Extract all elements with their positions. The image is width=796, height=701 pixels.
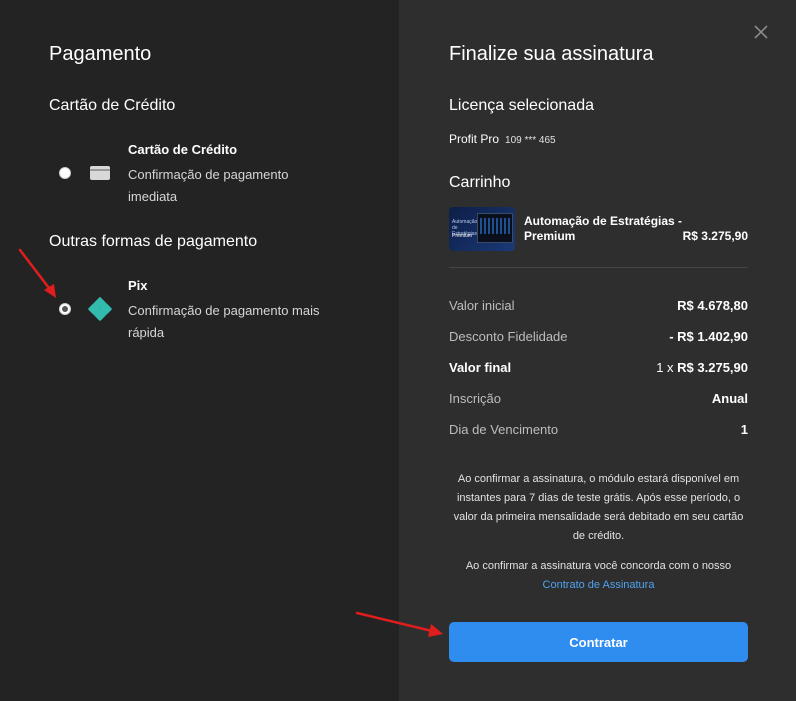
credit-card-radio[interactable] [59,167,71,179]
pix-option-description: Confirmação de pagamento mais rápida [128,303,320,340]
summary-label-subscription: Inscrição [449,391,502,406]
license-info: Profit Pro 109 *** 465 [449,132,556,146]
pix-option-title[interactable]: Pix [128,278,148,293]
license-heading: Licença selecionada [449,97,594,114]
credit-card-option-title[interactable]: Cartão de Crédito [128,142,237,157]
submit-button[interactable]: Contratar [449,622,748,662]
cart-item-thumbnail: Automação de Estratégias Premium [449,207,515,251]
agreement-notice: Ao confirmar a assinatura você concorda … [449,557,748,595]
pix-radio[interactable] [59,303,71,315]
summary-value-initial: R$ 4.678,80 [677,298,748,313]
final-amount: R$ 3.275,90 [677,360,748,375]
summary-value-due-day: 1 [740,422,748,437]
payment-panel: Pagamento Cartão de Crédito Cartão de Cr… [0,0,399,701]
summary-value-subscription: Anual [711,391,748,406]
payment-title: Pagamento [49,43,152,65]
summary-label-due-day: Dia de Vencimento [449,422,559,437]
checkout-title: Finalize sua assinatura [449,43,654,65]
trial-notice: Ao confirmar a assinatura, o módulo esta… [453,473,744,542]
thumb-line2: Premium [452,233,473,239]
annotation-arrow-submit [355,611,443,637]
summary-label-final: Valor final [449,360,512,375]
final-quantity: 1 x [656,360,678,375]
checkout-panel: Finalize sua assinatura Licença selecion… [399,0,796,701]
summary-value-final: 1 x R$ 3.275,90 [656,360,748,375]
summary-label-initial: Valor inicial [449,298,515,313]
agreement-text: Ao confirmar a assinatura você concorda … [465,560,732,572]
credit-section-heading: Cartão de Crédito [49,97,176,114]
license-number: 109 *** 465 [505,135,556,146]
cart-item-name: Automação de Estratégias - Premium [524,214,683,243]
license-name: Profit Pro [449,132,500,146]
cart-heading: Carrinho [449,174,511,191]
thumb-screen [477,213,513,243]
summary-label-discount: Desconto Fidelidade [449,329,568,344]
summary-value-discount: - R$ 1.402,90 [669,329,748,344]
contract-link[interactable]: Contrato de Assinatura [449,576,748,595]
credit-card-option-description: Confirmação de pagamento imediata [128,167,289,204]
annotation-arrow-pix [18,248,56,298]
credit-card-icon [90,166,110,180]
other-payments-heading: Outras formas de pagamento [49,233,258,250]
cart-divider [449,267,748,268]
close-icon[interactable] [751,23,771,43]
cart-item-price: R$ 3.275,90 [682,229,748,243]
pix-icon [88,297,112,321]
